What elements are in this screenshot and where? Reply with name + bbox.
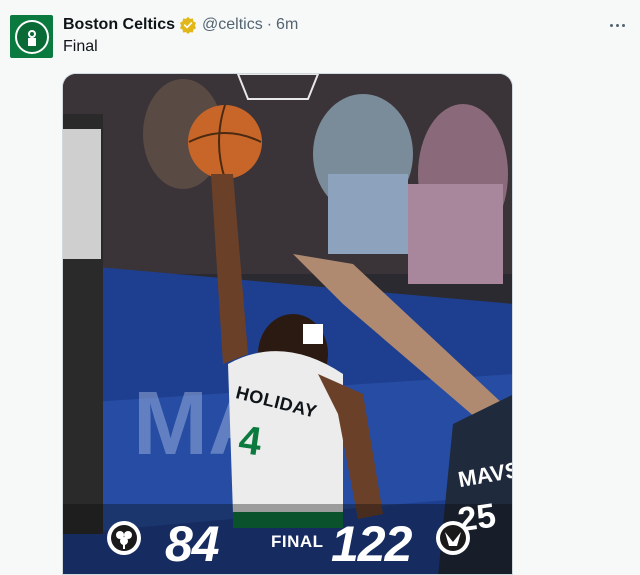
scoreboard: 84 FINAL 122: [63, 512, 512, 574]
tweet-media-image[interactable]: MAV HOLIDAY 4 MAVS 25 84 FINAL 122: [62, 73, 513, 575]
tweet[interactable]: Boston Celtics @celtics · 6m Final MAV H…: [0, 0, 640, 575]
tweet-header: Boston Celtics @celtics · 6m: [63, 15, 298, 35]
author-handle[interactable]: @celtics: [202, 16, 263, 34]
mavericks-logo-icon: [435, 520, 471, 556]
author-name[interactable]: Boston Celtics: [63, 16, 175, 34]
celtics-logo-icon: [106, 520, 142, 556]
tweet-timestamp[interactable]: 6m: [276, 16, 298, 34]
game-status: FINAL: [271, 532, 324, 551]
avatar[interactable]: [10, 15, 53, 58]
game-photo: MAV: [63, 74, 512, 574]
tweet-text: Final: [63, 38, 98, 55]
verified-badge-icon[interactable]: [179, 16, 197, 34]
basketball: [188, 105, 262, 179]
home-score: 84: [165, 516, 220, 572]
more-options-icon[interactable]: [606, 14, 628, 36]
separator-dot: ·: [266, 16, 273, 33]
celtics-logo-icon: [14, 19, 49, 54]
away-score: 122: [331, 516, 412, 572]
